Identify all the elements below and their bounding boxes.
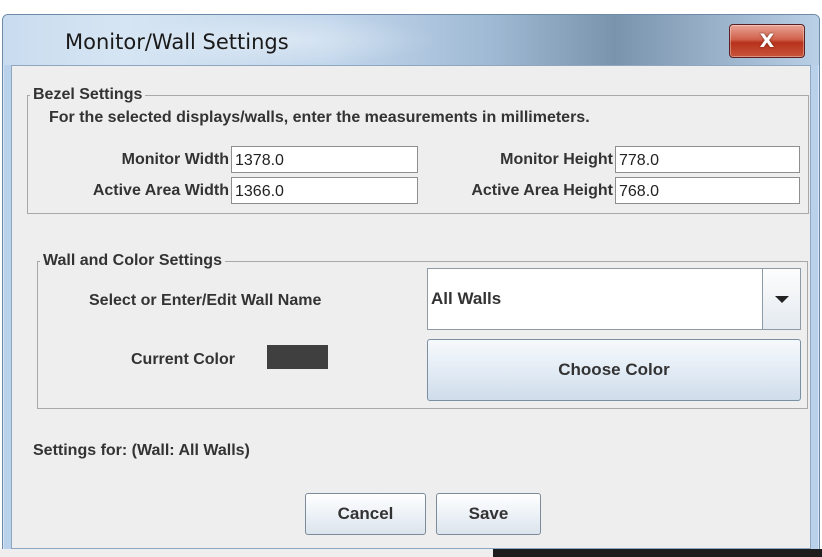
close-button[interactable]: X: [729, 24, 805, 58]
chevron-down-icon: [774, 295, 789, 303]
dropdown-arrow-button[interactable]: [762, 269, 800, 329]
wall-color-settings-legend: Wall and Color Settings: [43, 252, 222, 269]
dialog-title: Monitor/Wall Settings: [65, 30, 289, 54]
active-area-height-field[interactable]: [615, 177, 800, 204]
monitor-width-field[interactable]: [231, 146, 418, 173]
wall-name-value[interactable]: All Walls: [431, 289, 501, 309]
wall-name-label: Select or Enter/Edit Wall Name: [89, 292, 322, 309]
active-area-width-label: Active Area Width: [92, 182, 229, 199]
close-icon: X: [759, 30, 775, 52]
wall-name-combobox[interactable]: All Walls: [427, 268, 801, 330]
bezel-settings-legend: Bezel Settings: [33, 86, 143, 103]
current-color-label: Current Color: [131, 351, 235, 368]
bezel-instruction: For the selected displays/walls, enter t…: [49, 109, 590, 126]
active-area-height-label: Active Area Height: [471, 182, 613, 199]
monitor-width-label: Monitor Width: [121, 151, 229, 168]
active-area-width-field[interactable]: [231, 177, 418, 204]
choose-color-button[interactable]: Choose Color: [427, 339, 801, 401]
monitor-height-field[interactable]: [615, 146, 800, 173]
monitor-height-label: Monitor Height: [500, 151, 613, 168]
current-color-swatch: [267, 345, 328, 369]
cancel-button[interactable]: Cancel: [305, 493, 426, 535]
title-bar[interactable]: Monitor/Wall Settings X: [3, 15, 819, 65]
window-bottom-edge: [0, 549, 822, 557]
settings-for-status: Settings for: (Wall: All Walls): [33, 442, 250, 459]
save-button[interactable]: Save: [436, 493, 541, 535]
